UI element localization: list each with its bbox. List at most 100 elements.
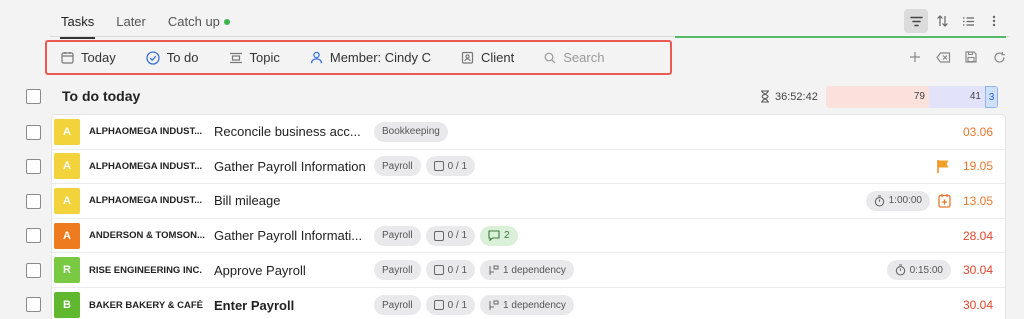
task-title[interactable]: Gather Payroll Information — [214, 159, 374, 174]
topic-tag[interactable]: Payroll — [374, 295, 421, 316]
sort-icon[interactable] — [930, 9, 954, 33]
row-checkbox[interactable] — [26, 194, 41, 209]
tab-catch-up[interactable]: Catch up — [157, 10, 241, 36]
comment-icon — [488, 230, 500, 242]
client-avatar: A — [54, 187, 80, 214]
flag-icon[interactable] — [936, 159, 951, 174]
section-header: To do today 36:52:42 79 41 3 — [0, 84, 1024, 110]
refresh-icon[interactable] — [990, 48, 1008, 66]
due-date: 03.06 — [962, 124, 993, 139]
progress-line — [675, 36, 1006, 38]
calendar-plus-icon[interactable] — [938, 193, 951, 209]
row-checkbox[interactable] — [26, 263, 41, 278]
checklist-icon — [433, 161, 444, 172]
dependency-label: 1 dependency — [503, 299, 566, 311]
time-estimate-value: 1:00:00 — [888, 195, 922, 207]
save-icon[interactable] — [962, 48, 980, 66]
extra-count: 3 — [985, 86, 998, 108]
checklist-tag[interactable]: 0 / 1 — [425, 295, 476, 316]
view-tabs: Tasks Later Catch up — [50, 10, 241, 39]
filter-actions — [906, 48, 1008, 66]
task-tags: Payroll 0 / 1 — [374, 156, 476, 177]
task-row[interactable]: A ALPHAOMEGA INDUST... Gather Payroll In… — [52, 150, 1005, 185]
task-row[interactable]: A ANDERSON & TOMSON... Gather Payroll In… — [52, 219, 1005, 254]
task-row[interactable]: B BAKER BAKERY & CAFÉ Enter Payroll Payr… — [52, 288, 1005, 319]
task-tags: Bookkeeping — [374, 121, 448, 142]
filter-icon[interactable] — [904, 9, 928, 33]
filter-todo[interactable]: To do — [146, 50, 199, 65]
topic-tag[interactable]: Payroll — [374, 260, 421, 281]
tab-later[interactable]: Later — [105, 10, 157, 36]
stopwatch-icon — [895, 264, 905, 276]
row-checkbox[interactable] — [26, 159, 41, 174]
checklist-tag[interactable]: 0 / 1 — [425, 260, 476, 281]
task-title[interactable]: Bill mileage — [214, 193, 374, 208]
dependency-tag[interactable]: 1 dependency — [480, 260, 574, 281]
client-name: BAKER BAKERY & CAFÉ — [89, 299, 204, 311]
task-title[interactable]: Approve Payroll — [214, 263, 374, 278]
stopwatch-icon — [874, 195, 884, 207]
task-title[interactable]: Reconcile business acc... — [214, 124, 374, 139]
comments-tag[interactable]: 2 — [480, 225, 518, 246]
task-title[interactable]: Enter Payroll — [214, 298, 374, 313]
dependency-label: 1 dependency — [503, 264, 566, 276]
select-all-checkbox[interactable] — [26, 89, 41, 104]
filter-client-label: Client — [481, 50, 515, 65]
task-tags: Payroll 0 / 1 1 dependency — [374, 260, 574, 281]
dependency-icon — [489, 265, 499, 275]
checklist-icon — [433, 265, 444, 276]
client-name: ALPHAOMEGA INDUST... — [89, 126, 203, 138]
filter-today-label: Today — [81, 50, 116, 65]
topic-tag[interactable]: Payroll — [374, 225, 421, 246]
client-avatar: A — [54, 222, 80, 249]
client-avatar: A — [54, 118, 80, 145]
check-circle-icon — [146, 50, 160, 65]
section-title: To do today — [62, 88, 141, 104]
checklist-icon — [433, 300, 444, 311]
task-row[interactable]: R RISE ENGINEERING INC. Approve Payroll … — [52, 253, 1005, 288]
more-options-icon[interactable] — [982, 9, 1006, 33]
topic-icon — [229, 52, 242, 63]
topic-tag[interactable]: Bookkeeping — [374, 121, 448, 142]
row-checkbox[interactable] — [26, 228, 41, 243]
time-estimate[interactable]: 1:00:00 — [865, 190, 930, 211]
add-icon[interactable] — [906, 48, 924, 66]
filter-todo-label: To do — [166, 50, 199, 65]
dependency-tag[interactable]: 1 dependency — [480, 295, 574, 316]
row-meta: 03.06 — [959, 115, 993, 149]
filter-member[interactable]: Member: Cindy C — [310, 50, 431, 65]
due-date: 28.04 — [962, 228, 993, 243]
row-meta: 19.05 — [936, 150, 993, 184]
client-avatar: R — [54, 257, 80, 284]
clear-filter-icon[interactable] — [934, 48, 952, 66]
task-row[interactable]: A ALPHAOMEGA INDUST... Reconcile busines… — [52, 115, 1005, 150]
view-tools — [904, 9, 1006, 33]
task-title[interactable]: Gather Payroll Informati... — [214, 228, 374, 243]
task-row[interactable]: A ALPHAOMEGA INDUST... Bill mileage 1:00… — [52, 184, 1005, 219]
search-input[interactable]: Search — [544, 50, 604, 65]
client-icon — [461, 51, 474, 64]
hourglass-icon — [761, 90, 769, 103]
checklist-tag[interactable]: 0 / 1 — [425, 156, 476, 177]
filter-today[interactable]: Today — [61, 50, 116, 65]
tab-tasks[interactable]: Tasks — [50, 10, 105, 39]
filter-client[interactable]: Client — [461, 50, 514, 65]
filter-topic[interactable]: Topic — [229, 50, 280, 65]
list-view-icon[interactable] — [956, 9, 980, 33]
row-checkbox[interactable] — [26, 125, 41, 140]
topic-tag[interactable]: Payroll — [374, 156, 421, 177]
upcoming-count: 41 — [929, 86, 985, 108]
task-tags: Payroll 0 / 1 2 — [374, 225, 518, 246]
client-avatar: A — [54, 153, 80, 180]
time-estimate[interactable]: 0:15:00 — [886, 260, 951, 281]
user-icon — [310, 51, 323, 64]
row-meta: 0:15:00 30.04 — [886, 253, 993, 287]
row-meta: 1:00:00 13.05 — [865, 184, 993, 218]
filter-member-label: Member: Cindy C — [329, 50, 432, 65]
due-date: 30.04 — [962, 298, 993, 313]
dependency-icon — [489, 300, 499, 310]
checklist-tag[interactable]: 0 / 1 — [425, 225, 476, 246]
task-list: A ALPHAOMEGA INDUST... Reconcile busines… — [52, 115, 1005, 319]
row-checkbox[interactable] — [26, 297, 41, 312]
due-date: 30.04 — [962, 263, 993, 278]
